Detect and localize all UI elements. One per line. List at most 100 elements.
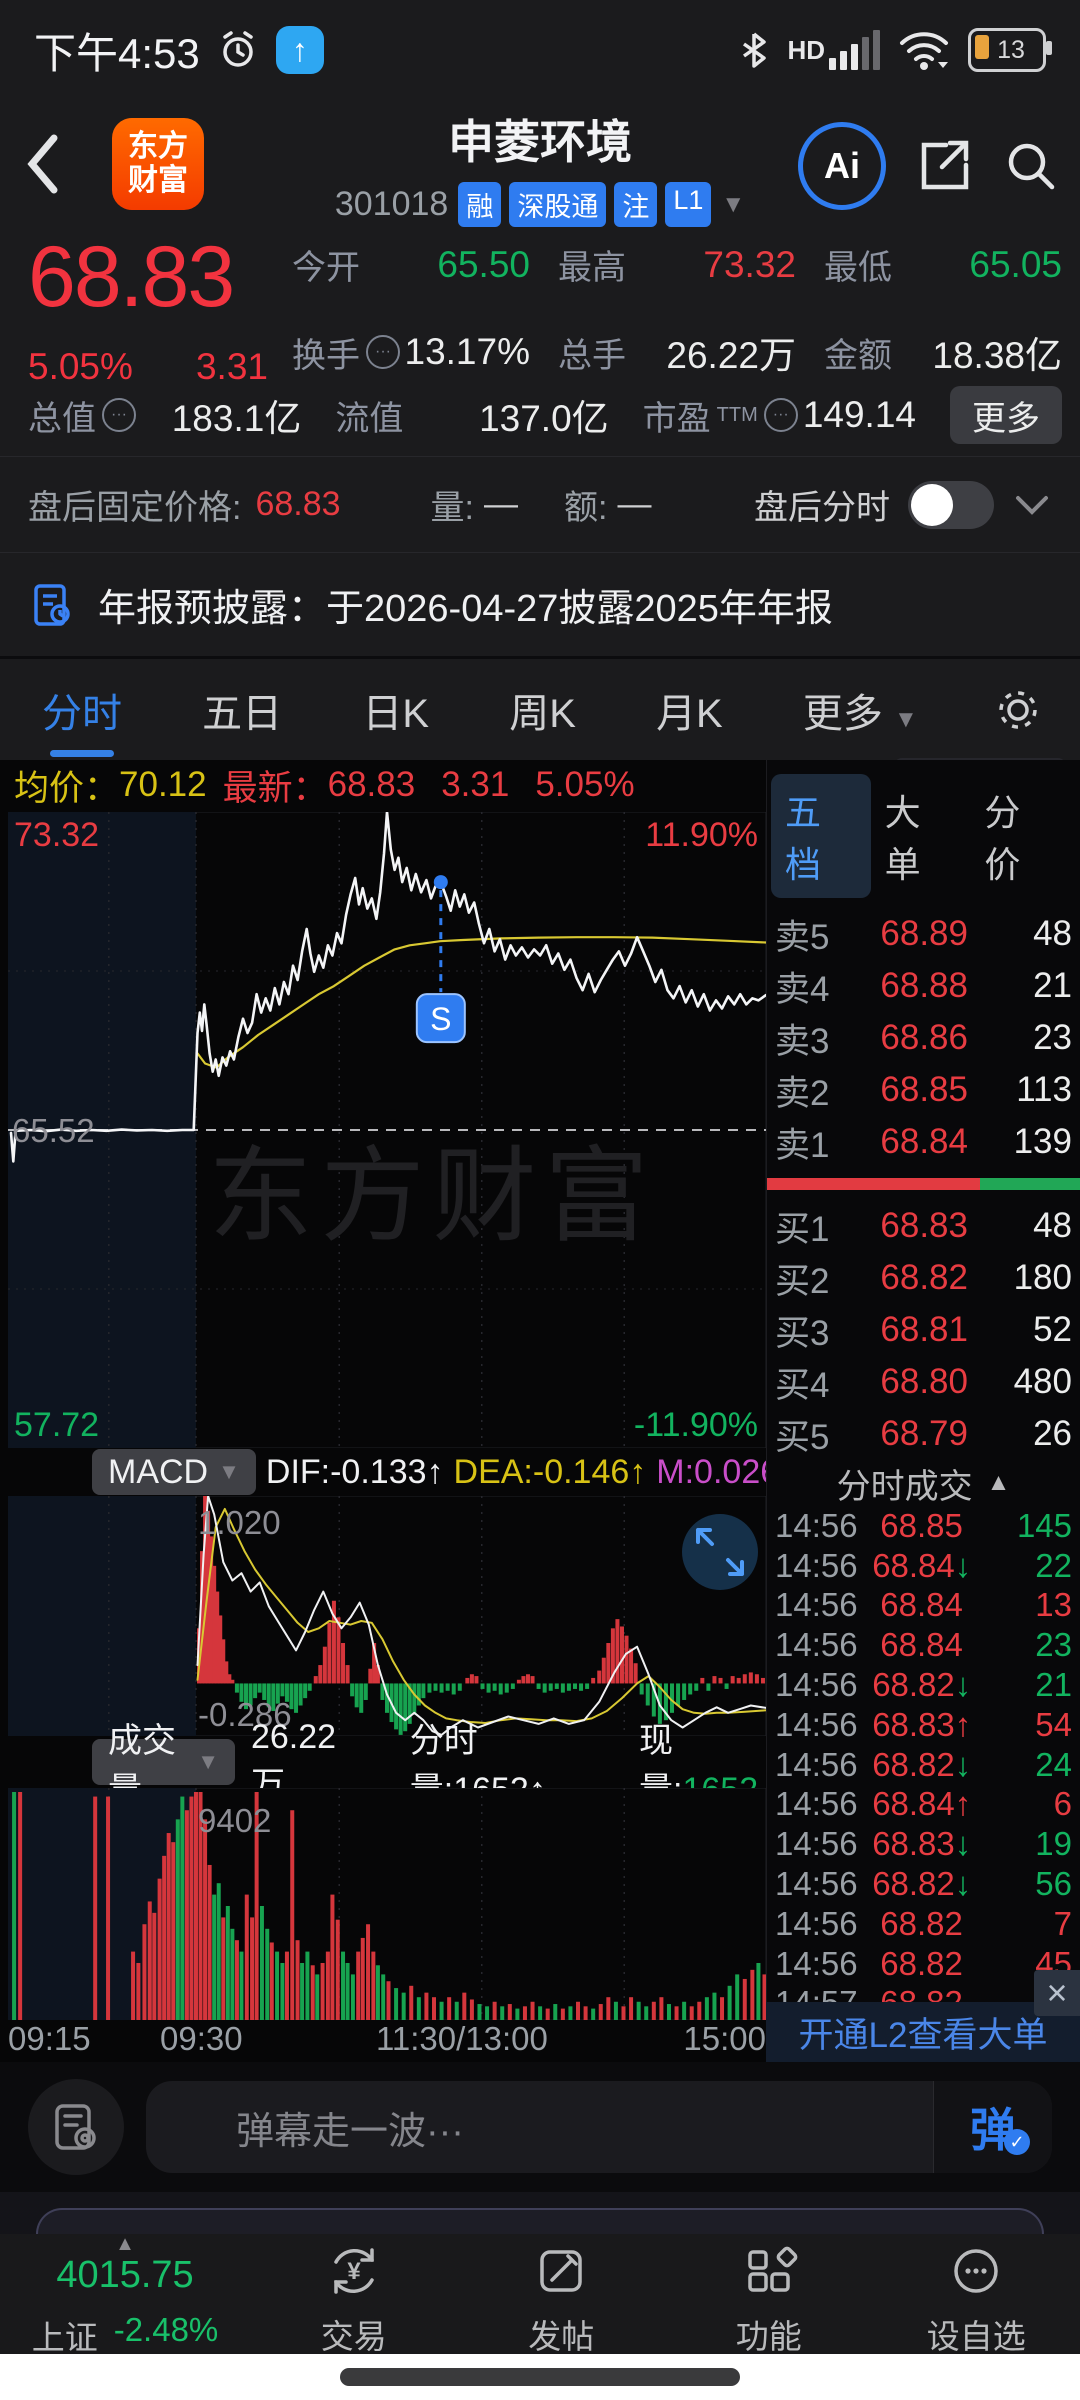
nav-item-watchlist[interactable]: 设自选 <box>873 2234 1080 2358</box>
volume-chart[interactable]: 9402 <box>8 1788 766 2020</box>
stat-label: 换手 ··· <box>292 328 400 377</box>
order-level-row[interactable]: 买2 68.82 180 <box>767 1252 1080 1304</box>
stat-label: 总手 <box>558 336 626 375</box>
level-price: 68.83 <box>880 1206 968 1245</box>
buy-levels: 买1 68.83 48 买2 68.82 180 买3 68.81 52 买4 68.80 480 买5… <box>767 1200 1080 1460</box>
share-icon[interactable] <box>912 135 974 197</box>
axis-tick-1: 09:30 <box>160 2020 243 2057</box>
after-hours-label: 盘后固定价格: <box>28 489 242 527</box>
home-indicator[interactable] <box>340 2368 740 2386</box>
info-icon[interactable]: ··· <box>763 398 798 432</box>
after-hours-toggle[interactable] <box>908 480 994 529</box>
trade-time: 14:56 <box>775 1666 858 1704</box>
upload-arrow-icon: ↑ <box>275 26 324 74</box>
order-tab-分价[interactable]: 分价 <box>970 774 1070 898</box>
tab-日K[interactable]: 日K <box>356 661 435 759</box>
search-icon[interactable] <box>1000 135 1062 197</box>
trade-row: 14:56 68.82↓ 56 <box>767 1864 1080 1904</box>
trade-row: 14:56 68.83↑ 54 <box>767 1705 1080 1745</box>
level-price: 68.89 <box>880 914 968 953</box>
level-qty: 21 <box>1033 966 1072 1005</box>
expand-chart-icon[interactable] <box>682 1514 758 1590</box>
report-doc-icon <box>28 581 76 629</box>
order-level-row[interactable]: 卖3 68.86 23 <box>767 1012 1080 1064</box>
chart-settings-gear-icon[interactable] <box>992 684 1044 736</box>
stock-detail-screen: 下午4:53 ↑ HD 13 东方 财富 申菱环境 301018 融 深股通 注… <box>0 0 1080 2400</box>
info-icon[interactable]: ··· <box>102 398 136 432</box>
badges-dropdown-icon[interactable]: ▼ <box>721 191 745 219</box>
order-level-row[interactable]: 买3 68.81 52 <box>767 1304 1080 1356</box>
macd-m: M:0.026 <box>656 1452 780 1491</box>
order-level-row[interactable]: 买4 68.80 480 <box>767 1356 1080 1408</box>
close-icon[interactable]: × <box>1034 1970 1080 2016</box>
after-hours-toggle-label: 盘后分时 <box>754 489 890 527</box>
status-bar: 下午4:53 ↑ HD 13 <box>0 0 1080 100</box>
order-level-row[interactable]: 买1 68.83 48 <box>767 1200 1080 1252</box>
stat-value: 65.50 <box>437 243 530 285</box>
level-label: 卖5 <box>775 917 830 957</box>
tab-more[interactable]: 更多 ▼ <box>797 661 924 759</box>
danmaku-send-button[interactable]: 弹 ✓ <box>933 2081 1052 2173</box>
order-tab-大单[interactable]: 大单 <box>871 774 971 898</box>
price-change: 5.05% 3.31 <box>28 346 268 387</box>
buy-sell-ratio-bar <box>767 1178 1080 1190</box>
trade-qty: 22 <box>1035 1546 1072 1584</box>
nav-item-features[interactable]: 功能 <box>665 2234 873 2358</box>
volume-indicator-button[interactable]: 成交量▼ <box>92 1722 235 1809</box>
gesture-area <box>0 2354 1080 2400</box>
comment-list-icon[interactable] <box>28 2079 124 2175</box>
after-hours-amt-label: 额: <box>564 489 608 527</box>
order-level-row[interactable]: 卖5 68.89 48 <box>767 908 1080 960</box>
app-header: 东方 财富 申菱环境 301018 融深股通注 L1 ▼ Ai <box>0 100 1080 228</box>
time-axis: 09:15 09:30 11:30/13:00 15:00 <box>8 2020 766 2062</box>
level-qty: 48 <box>1033 914 1072 953</box>
quote-stats-grid: 今开 65.50 最高 73.32 最低 65.05 换手 ··· 13.17% 总手 26.22… <box>292 240 1062 379</box>
order-book-panel: 五档 大单 分价 卖5 68.89 48 卖4 68.88 21 卖3 68.86 23 卖2 68.8… <box>766 760 1080 2062</box>
time-sales-header[interactable]: 分时成交 ▲ <box>767 1460 1080 1506</box>
trade-time: 14:56 <box>775 1825 858 1863</box>
intraday-price-chart[interactable]: 东方财富 S 73.32 11.90% 65.52 57.72 -11.90% <box>8 812 766 1448</box>
stat-label: 市盈 TTM ··· <box>643 391 798 440</box>
info-icon[interactable]: ··· <box>366 335 400 369</box>
order-tab-五档[interactable]: 五档 <box>771 774 871 898</box>
battery-icon: 13 <box>968 28 1052 72</box>
tab-周K[interactable]: 周K <box>503 661 582 759</box>
tab-五日[interactable]: 五日 <box>196 661 288 759</box>
bottom-nav: ▲ 4015.75 上证 -2.48% ¥ 交易 发帖 功能 设自选 <box>0 2234 1080 2356</box>
trade-icon: ¥ <box>325 2242 383 2300</box>
trade-qty: 24 <box>1035 1745 1072 1783</box>
quote-summary: 68.83 5.05% 3.31 今开 65.50 最高 73.32 最低 65.05 换手… <box>0 228 1080 456</box>
danmaku-input[interactable]: 弹幕走一波··· 弹 ✓ <box>146 2081 1052 2173</box>
order-level-row[interactable]: 卖2 68.85 113 <box>767 1064 1080 1116</box>
news-row[interactable]: 年报预披露：于2026-04-27披露2025年年报 <box>0 552 1080 656</box>
tab-分时[interactable]: 分时 <box>36 661 128 759</box>
collapse-chevron-icon[interactable] <box>1012 492 1052 518</box>
order-level-row[interactable]: 卖1 68.84 139 <box>767 1116 1080 1168</box>
nav-item-post[interactable]: 发帖 <box>458 2234 666 2358</box>
ai-assistant-button[interactable]: Ai <box>798 122 886 210</box>
trade-qty: 13 <box>1035 1586 1072 1624</box>
alarm-icon <box>216 28 260 72</box>
macd-indicator-button[interactable]: MACD ▼ <box>92 1449 256 1495</box>
index-quote-item[interactable]: ▲ 4015.75 上证 -2.48% <box>0 2234 250 2359</box>
svg-text:-11.90%: -11.90% <box>634 1406 758 1444</box>
trade-time: 14:56 <box>775 1705 858 1743</box>
features-grid-icon <box>740 2242 798 2300</box>
more-button[interactable]: 更多 <box>949 386 1062 444</box>
trade-price: 68.82↓ <box>872 1865 972 1903</box>
tab-月K[interactable]: 月K <box>650 661 729 759</box>
trade-row: 14:56 68.83↓ 19 <box>767 1824 1080 1864</box>
order-level-row[interactable]: 卖4 68.88 21 <box>767 960 1080 1012</box>
l2-upgrade-banner[interactable]: 开通L2查看大单 × <box>766 1970 1080 2062</box>
macd-chart[interactable]: 1.020-0.286 <box>8 1496 766 1736</box>
index-expand-icon: ▲ <box>115 2233 135 2255</box>
trade-qty: 6 <box>1053 1785 1072 1823</box>
nav-item-trade[interactable]: ¥ 交易 <box>250 2234 458 2358</box>
trade-qty: 54 <box>1035 1705 1072 1743</box>
trade-price: 68.84 <box>880 1626 963 1664</box>
level-label: 卖1 <box>775 1125 830 1165</box>
order-level-row[interactable]: 买5 68.79 26 <box>767 1408 1080 1460</box>
stat-value: 137.0亿 <box>479 398 609 439</box>
period-tabs: 分时 五日 日K 周K 月K 更多 ▼ <box>0 656 1080 760</box>
trade-qty: 19 <box>1035 1825 1072 1863</box>
